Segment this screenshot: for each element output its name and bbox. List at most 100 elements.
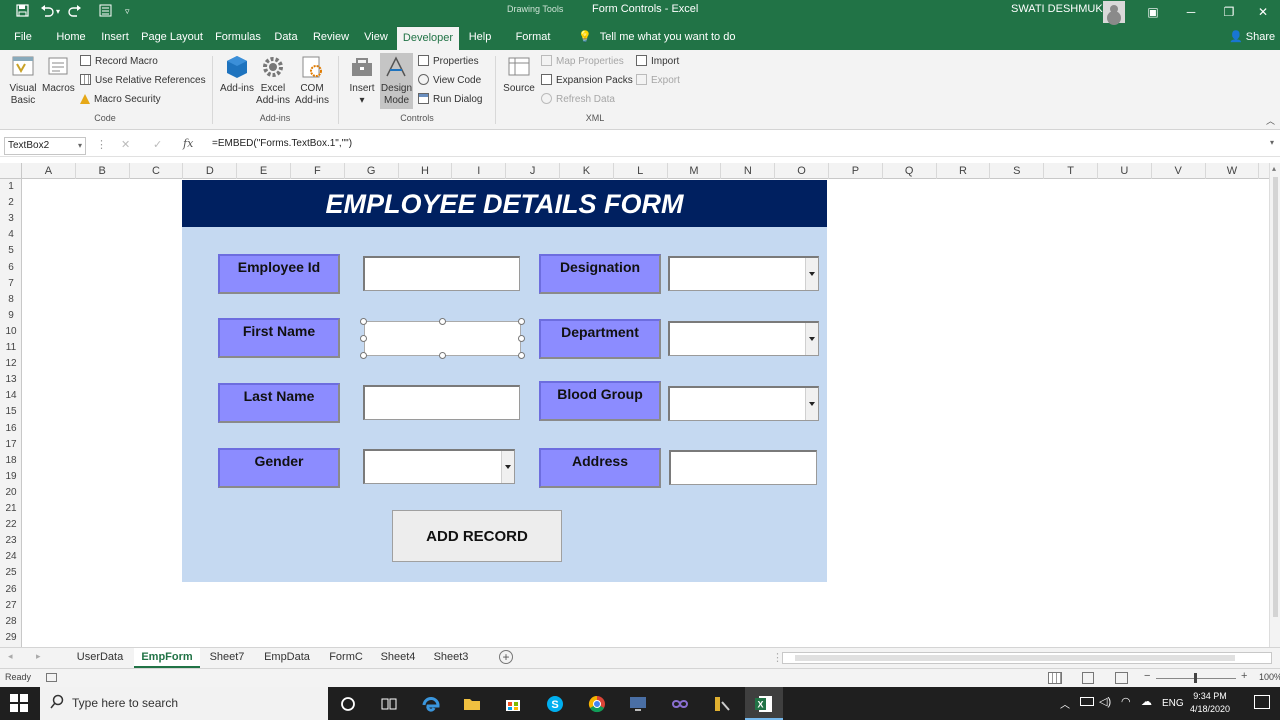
customize-qat-icon[interactable]: ▿ [125, 6, 130, 17]
sheet-tab-empdata[interactable]: EmpData [256, 648, 318, 668]
row-header-19[interactable]: 19 [0, 469, 22, 485]
resize-handle[interactable] [360, 318, 367, 325]
battery-icon[interactable] [1080, 697, 1094, 706]
tab-formulas[interactable]: Formulas [212, 26, 264, 50]
avatar[interactable] [1103, 1, 1125, 23]
export-button[interactable]: Export [636, 74, 680, 88]
clock[interactable]: 9:34 PM 4/18/2020 [1190, 690, 1230, 716]
language-indicator[interactable]: ENG [1162, 698, 1184, 709]
column-header-t[interactable]: T [1044, 163, 1098, 179]
row-header-18[interactable]: 18 [0, 453, 22, 469]
addins-button[interactable]: Add-ins [219, 54, 255, 95]
enter-icon[interactable]: ✓ [153, 138, 162, 151]
tab-review[interactable]: Review [310, 26, 352, 50]
resize-handle[interactable] [518, 335, 525, 342]
scroll-thumb[interactable] [1273, 177, 1278, 617]
row-header-24[interactable]: 24 [0, 549, 22, 565]
expand-formula-icon[interactable]: ▾ [1270, 138, 1274, 147]
name-box-dropdown-icon[interactable]: ▾ [78, 138, 82, 154]
row-header-22[interactable]: 22 [0, 517, 22, 533]
column-header-r[interactable]: R [937, 163, 991, 179]
redo-icon[interactable] [68, 4, 82, 20]
row-header-14[interactable]: 14 [0, 388, 22, 404]
column-header-l[interactable]: L [614, 163, 668, 179]
column-header-d[interactable]: D [183, 163, 238, 179]
row-header-4[interactable]: 4 [0, 227, 22, 243]
save-icon[interactable] [16, 4, 29, 20]
tab-page-layout[interactable]: Page Layout [140, 26, 204, 50]
insert-control-button[interactable]: Insert ▾ [344, 54, 380, 107]
tools-app-icon[interactable] [711, 694, 731, 714]
undo-dropdown-icon[interactable]: ▾ [56, 7, 60, 16]
file-explorer-icon[interactable] [462, 694, 482, 714]
expansion-packs-button[interactable]: Expansion Packs [541, 74, 633, 88]
row-header-6[interactable]: 6 [0, 260, 22, 276]
view-code-button[interactable]: View Code [418, 74, 481, 88]
tab-insert[interactable]: Insert [98, 26, 132, 50]
store-icon[interactable] [503, 694, 523, 714]
chrome-icon[interactable] [587, 694, 607, 714]
form-icon[interactable] [99, 4, 112, 20]
collapse-ribbon-icon[interactable]: ︿ [1266, 114, 1275, 127]
row-header-3[interactable]: 3 [0, 211, 22, 227]
design-mode-button[interactable]: Design Mode [380, 53, 413, 109]
column-header-e[interactable]: E [237, 163, 291, 179]
scroll-up-icon[interactable]: ▴ [1272, 164, 1276, 173]
last-name-input[interactable] [363, 385, 520, 420]
show-hidden-icons[interactable]: ︿ [1060, 696, 1070, 711]
user-name[interactable]: SWATI DESHMUKH [1011, 3, 1111, 15]
row-header-17[interactable]: 17 [0, 437, 22, 453]
chevron-down-icon[interactable] [805, 323, 818, 355]
excel-addins-button[interactable]: Excel Add-ins [254, 54, 292, 107]
resize-handle[interactable] [439, 352, 446, 359]
import-button[interactable]: Import [636, 55, 679, 69]
row-header-25[interactable]: 25 [0, 565, 22, 581]
gender-combobox[interactable] [363, 449, 515, 484]
row-header-9[interactable]: 9 [0, 308, 22, 324]
tab-format[interactable]: Format [511, 26, 555, 50]
map-properties-button[interactable]: Map Properties [541, 55, 624, 69]
row-header-11[interactable]: 11 [0, 340, 22, 356]
column-header-s[interactable]: S [990, 163, 1045, 179]
normal-view-icon[interactable] [1048, 672, 1062, 684]
sheet-tab-userdata[interactable]: UserData [70, 648, 130, 668]
wifi-icon[interactable]: ◠ [1121, 695, 1131, 708]
windows-start-icon[interactable] [10, 694, 30, 714]
department-combobox[interactable] [668, 321, 819, 356]
row-header-29[interactable]: 29 [0, 630, 22, 646]
name-box[interactable]: TextBox2 ▾ [4, 137, 86, 155]
refresh-data-button[interactable]: Refresh Data [541, 93, 615, 107]
column-header-i[interactable]: I [452, 163, 507, 179]
macro-recording-icon[interactable] [46, 673, 57, 682]
sheet-tab-sheet3[interactable]: Sheet3 [427, 648, 475, 668]
zoom-in-icon[interactable]: + [1241, 670, 1247, 682]
column-header-v[interactable]: V [1152, 163, 1206, 179]
column-header-c[interactable]: C [130, 163, 184, 179]
sheet-tab-sheet4[interactable]: Sheet4 [374, 648, 422, 668]
run-dialog-button[interactable]: Run Dialog [418, 93, 482, 107]
skype-icon[interactable]: S [545, 694, 565, 714]
row-header-12[interactable]: 12 [0, 356, 22, 372]
page-layout-view-icon[interactable] [1082, 672, 1094, 684]
column-header-q[interactable]: Q [883, 163, 937, 179]
tab-developer[interactable]: Developer [397, 26, 459, 50]
row-header-8[interactable]: 8 [0, 292, 22, 308]
column-header-g[interactable]: G [345, 163, 399, 179]
resize-handle[interactable] [360, 335, 367, 342]
column-header-w[interactable]: W [1206, 163, 1260, 179]
resize-handle[interactable] [518, 352, 525, 359]
chevron-down-icon[interactable] [805, 258, 818, 290]
row-header-27[interactable]: 27 [0, 598, 22, 614]
column-header-o[interactable]: O [775, 163, 829, 179]
column-header-k[interactable]: K [560, 163, 614, 179]
visual-basic-button[interactable]: Visual Basic [4, 54, 42, 107]
add-sheet-icon[interactable]: + [499, 650, 513, 664]
tab-data[interactable]: Data [270, 26, 302, 50]
infinity-app-icon[interactable] [670, 694, 690, 714]
column-header-f[interactable]: F [291, 163, 345, 179]
minimize-icon[interactable]: ─ [1172, 0, 1210, 26]
row-header-5[interactable]: 5 [0, 243, 22, 259]
address-input[interactable] [669, 450, 817, 485]
designation-combobox[interactable] [668, 256, 819, 291]
cloud-icon[interactable]: ☁ [1141, 695, 1152, 708]
